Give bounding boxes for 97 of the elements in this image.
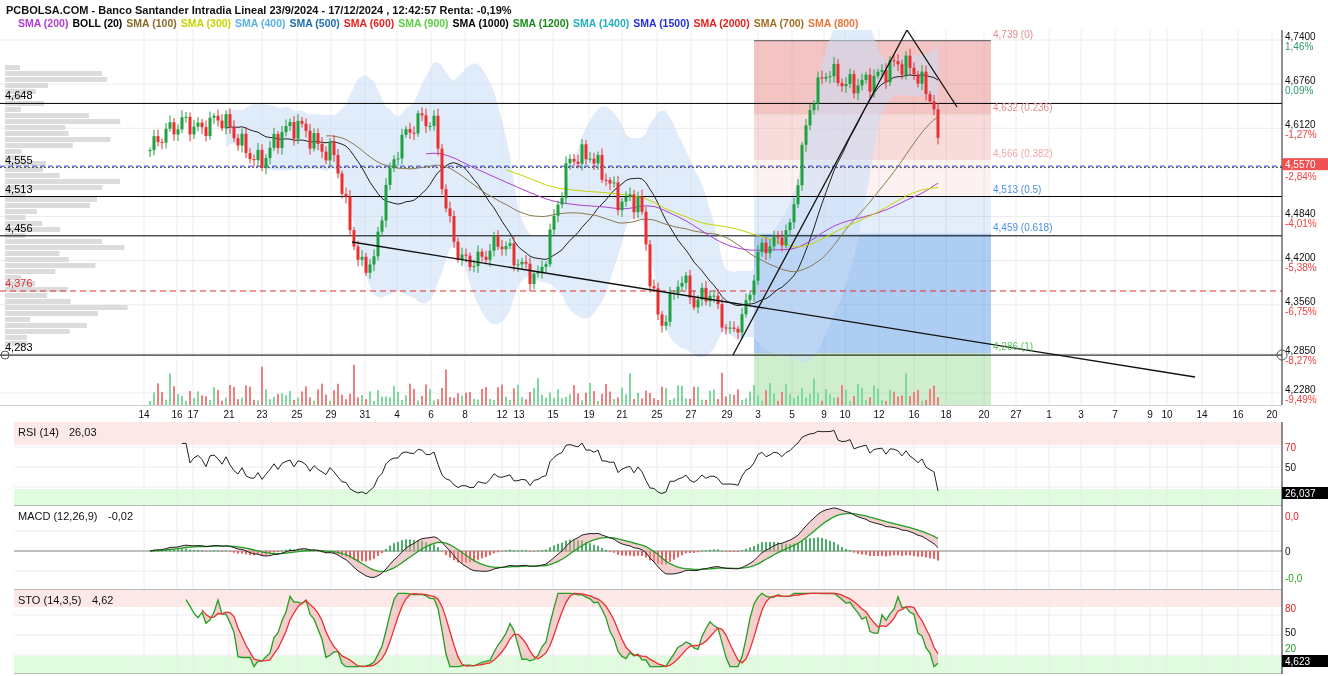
axis-tick: 70	[1285, 442, 1297, 453]
date-label: 20	[1266, 409, 1278, 420]
price-tick: 4,2850	[1285, 344, 1316, 356]
current-value-tag: 26,037	[1282, 487, 1328, 499]
date-label: 6	[428, 409, 434, 420]
level-label: 4,648	[5, 89, 33, 102]
percent-change: -9,49%	[1285, 394, 1317, 405]
indicator-title: MACD (12,26,9)	[18, 510, 98, 522]
price-tick: 4,2280	[1285, 384, 1316, 395]
date-label: 13	[513, 409, 525, 420]
fibonacci-label: 4,566 (0.382)	[993, 147, 1053, 159]
date-label: 21	[223, 409, 235, 420]
price-tick: 4,3560	[1285, 295, 1316, 307]
percent-change: 1,46%	[1285, 41, 1314, 52]
date-label: 5	[789, 409, 795, 420]
axis-tick: 0,0	[1285, 511, 1299, 522]
date-label: 27	[1010, 409, 1022, 420]
legend-item: BOLL (20)	[72, 17, 123, 30]
indicator-value: -0,02	[108, 510, 134, 522]
legend-item: SMA (1400)	[573, 17, 630, 30]
date-label: 23	[256, 409, 268, 420]
date-label: 7	[1112, 409, 1118, 420]
level-label: 4,283	[5, 341, 33, 354]
percent-change: 0,09%	[1285, 85, 1314, 97]
fibonacci-label: 4,513 (0.5)	[993, 184, 1042, 196]
date-label: 21	[616, 409, 628, 420]
percent-change: -6,75%	[1285, 305, 1317, 317]
date-label: 31	[359, 409, 371, 420]
level-label: 4,456	[5, 221, 33, 234]
percent-change: -2,84%	[1285, 171, 1317, 183]
legend-item: SMA (200)	[18, 17, 69, 30]
date-label: 12	[873, 409, 885, 420]
indicator-title: STO (14,3,5)	[18, 594, 82, 606]
date-label: 15	[547, 409, 559, 420]
legend-item: SMA (1200)	[512, 17, 570, 30]
date-label: 12	[496, 409, 508, 420]
date-label: 25	[651, 409, 663, 420]
indicator-title: RSI (14)	[18, 426, 59, 438]
chart-title: PCBOLSA.COM - Banco Santander Intradia Lineal 23/9/2024 - 17/12/2024 , 12:42:57 Renta: -0,19%	[6, 3, 513, 17]
price-tick: 4,7400	[1285, 31, 1316, 42]
date-label: 18	[940, 409, 952, 420]
legend-item: SMA (600)	[343, 17, 395, 30]
legend-item: SMA (1500)	[633, 17, 690, 30]
date-label: 29	[325, 409, 337, 420]
legend-item: SMA (900)	[398, 17, 449, 30]
legend-item: SMA (500)	[289, 17, 340, 30]
fibonacci-label: 4,459 (0.618)	[993, 221, 1053, 233]
current-value-tag: 4,623	[1282, 655, 1328, 667]
level-label: 4,555	[5, 153, 33, 166]
legend-item: SMA (300)	[180, 17, 232, 30]
date-label: 1	[1046, 409, 1052, 420]
indicator-value: 26,03	[69, 426, 97, 438]
percent-change: -5,38%	[1285, 261, 1317, 273]
fibonacci-label: 4,739 (0)	[993, 30, 1034, 40]
level-label: 4,513	[5, 182, 33, 195]
legend-item: SMA (800)	[808, 17, 859, 30]
price-tick: 4,4840	[1285, 207, 1316, 219]
date-label: 14	[138, 409, 150, 420]
date-label: 17	[187, 409, 199, 420]
date-label: 10	[839, 409, 851, 420]
axis-tick: 0	[1285, 546, 1291, 557]
axis-tick: 20	[1285, 643, 1297, 654]
date-label: 29	[721, 409, 733, 420]
date-label: 9	[821, 409, 827, 420]
fibonacci-label: 4,632 (0.236)	[993, 102, 1053, 114]
legend-item: SMA (100)	[126, 17, 177, 30]
date-label: 4	[394, 409, 400, 420]
date-label: 9	[1147, 409, 1153, 420]
level-label: 4,376	[5, 277, 33, 289]
current-price-tag: 4,5570	[1282, 158, 1328, 171]
axis-tick: -0,0	[1285, 573, 1303, 584]
date-label: 10	[1161, 409, 1173, 420]
percent-change: -1,27%	[1285, 129, 1317, 141]
date-label: 3	[755, 409, 761, 420]
date-label: 16	[171, 409, 183, 420]
date-label: 14	[1196, 409, 1208, 420]
indicator-value: 4,62	[92, 594, 114, 606]
axis-tick: 50	[1285, 462, 1297, 473]
date-label: 27	[685, 409, 697, 420]
legend-item: SMA (700)	[753, 17, 805, 30]
legend-item: SMA (400)	[235, 17, 286, 30]
legend-item: SMA (1000)	[452, 17, 509, 30]
axis-tick: 50	[1285, 627, 1297, 638]
date-label: 16	[1232, 409, 1244, 420]
date-label: 25	[291, 409, 303, 420]
date-label: 16	[908, 409, 920, 420]
price-tick: 4,6760	[1285, 75, 1316, 87]
price-tick: 4,4200	[1285, 251, 1316, 263]
date-label: 20	[978, 409, 990, 420]
percent-change: -4,01%	[1285, 217, 1317, 229]
date-label: 3	[1078, 409, 1084, 420]
date-label: 8	[462, 409, 468, 420]
date-label: 19	[583, 409, 595, 420]
axis-tick: 80	[1285, 603, 1297, 614]
percent-change: -8,27%	[1285, 354, 1317, 366]
price-tick: 4,6120	[1285, 119, 1316, 131]
legend-item: SMA (2000)	[693, 17, 750, 30]
